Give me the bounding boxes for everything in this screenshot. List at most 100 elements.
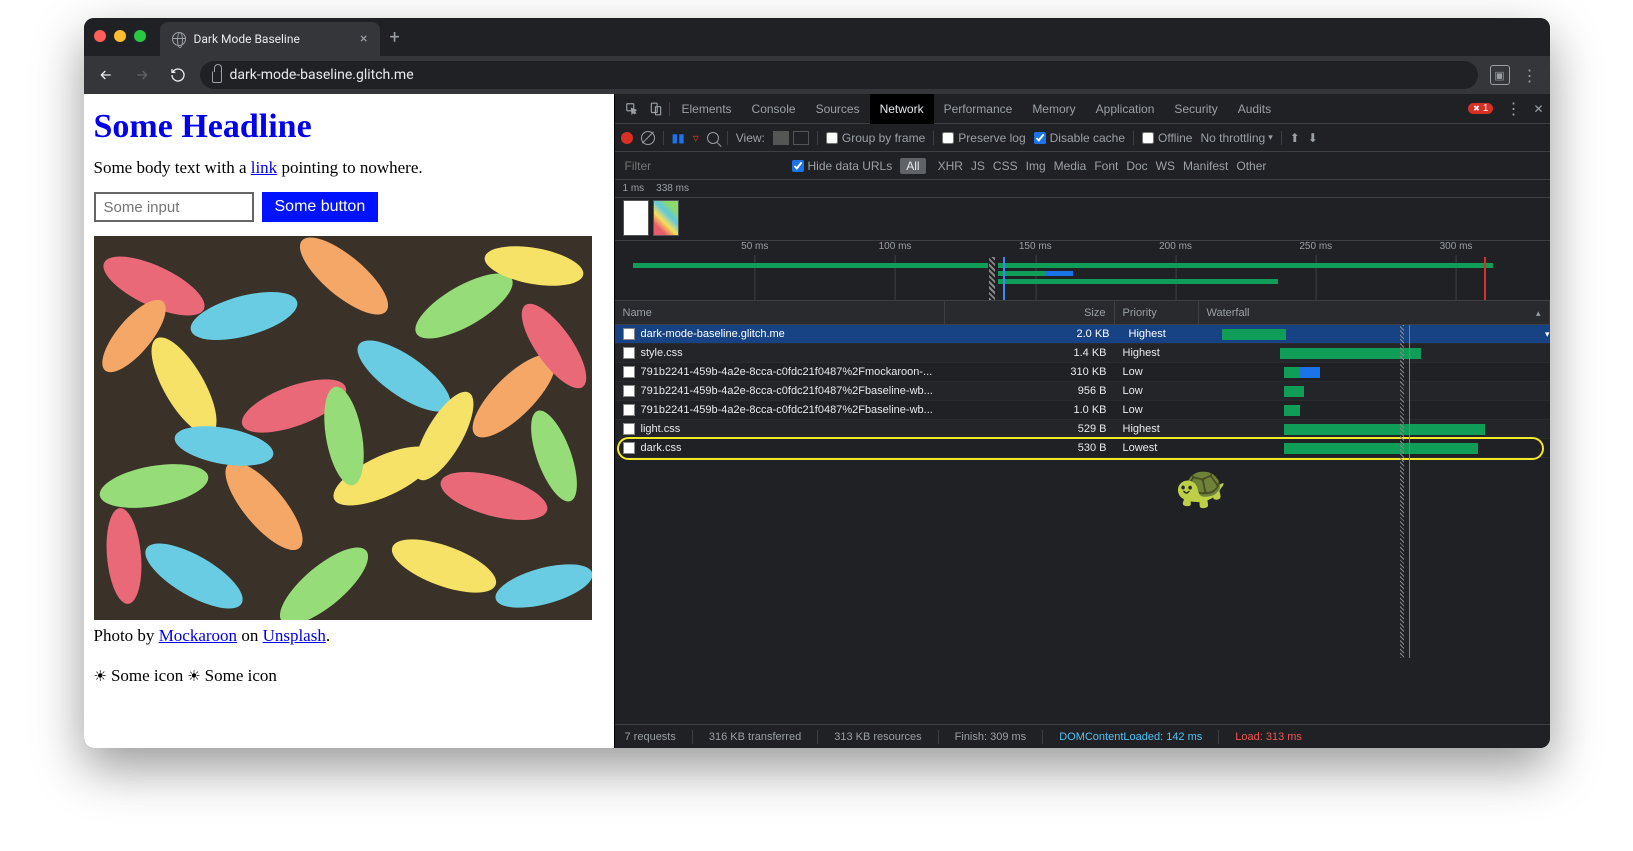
inspect-element-button[interactable] (621, 98, 643, 120)
url-field[interactable]: dark-mode-baseline.glitch.me (200, 61, 1478, 89)
screenshots-toggle[interactable]: ▮▮ (672, 131, 685, 145)
throttling-select[interactable]: No throttling (1200, 131, 1272, 145)
devtools-tab-application[interactable]: Application (1086, 94, 1165, 124)
status-resources: 313 KB resources (834, 731, 921, 743)
devtools-tab-performance[interactable]: Performance (934, 94, 1023, 124)
minimize-window-button[interactable] (114, 30, 126, 42)
col-size-header[interactable]: Size (945, 301, 1115, 325)
col-priority-header[interactable]: Priority (1115, 301, 1199, 325)
request-size: 530 B (945, 442, 1115, 454)
demo-input[interactable] (94, 192, 254, 222)
file-type-icon (623, 423, 635, 435)
table-header: Name Size Priority Waterfall (615, 301, 1550, 325)
waterfall-track (1207, 382, 1542, 401)
filter-input[interactable] (621, 157, 784, 175)
view-large-rows-button[interactable] (773, 131, 789, 145)
export-har-button[interactable]: ⬇ (1308, 131, 1318, 145)
new-tab-button[interactable]: + (390, 27, 400, 48)
demo-button[interactable]: Some button (262, 192, 379, 222)
request-size: 310 KB (945, 366, 1115, 378)
page-body-text: Some body text with a link pointing to n… (94, 158, 604, 178)
request-priority: Low (1115, 404, 1199, 416)
request-size: 529 B (945, 423, 1115, 435)
maximize-window-button[interactable] (134, 30, 146, 42)
devtools-tab-audits[interactable]: Audits (1228, 94, 1281, 124)
file-type-icon (623, 385, 635, 397)
thumbnail-1[interactable] (623, 200, 649, 236)
credit-pre: Photo by (94, 626, 159, 645)
filter-type-img[interactable]: Img (1022, 158, 1050, 174)
request-priority: Highest (1115, 347, 1199, 359)
address-bar: dark-mode-baseline.glitch.me ▣ ⋮ (84, 56, 1550, 94)
credit-site-link[interactable]: Unsplash (263, 626, 326, 645)
offline-checkbox[interactable]: Offline (1142, 131, 1192, 145)
error-count: 1 (1483, 103, 1489, 114)
waterfall-bar (1284, 386, 1304, 397)
network-overview[interactable]: 50 ms100 ms150 ms200 ms250 ms300 ms (615, 241, 1550, 301)
sun-icon-2: ☀ (187, 667, 200, 686)
body-post: pointing to nowhere. (277, 158, 422, 177)
extension-icon[interactable]: ▣ (1490, 65, 1510, 85)
filter-type-font[interactable]: Font (1090, 158, 1122, 174)
devtools-tab-console[interactable]: Console (742, 94, 806, 124)
group-by-frame-checkbox[interactable]: Group by frame (826, 131, 925, 145)
devtools-menu-button[interactable]: ⋮ (1501, 99, 1525, 119)
credit-post: . (326, 626, 330, 645)
overview-tick: 100 ms (879, 241, 912, 252)
filter-type-doc[interactable]: Doc (1122, 158, 1151, 174)
filter-type-media[interactable]: Media (1050, 158, 1091, 174)
filter-type-js[interactable]: JS (967, 158, 989, 174)
filter-toggle[interactable]: ▿ (693, 131, 699, 145)
devtools-tab-security[interactable]: Security (1164, 94, 1227, 124)
view-segmented (773, 131, 809, 145)
hide-data-urls-checkbox[interactable]: Hide data URLs (792, 159, 893, 173)
screenshot-thumbnails (615, 198, 1550, 241)
filter-type-all[interactable]: All (900, 158, 925, 174)
error-badge[interactable]: 1 (1468, 103, 1493, 114)
page-headline: Some Headline (94, 108, 604, 146)
devtools-panel: ElementsConsoleSourcesNetworkPerformance… (614, 94, 1550, 748)
close-window-button[interactable] (94, 30, 106, 42)
filter-type-ws[interactable]: WS (1152, 158, 1179, 174)
title-bar: Dark Mode Baseline × + (84, 18, 1550, 56)
thumbnail-2[interactable] (653, 200, 679, 236)
filter-type-css[interactable]: CSS (989, 158, 1022, 174)
request-name: 791b2241-459b-4a2e-8cca-c0fdc21f0487%2Fb… (641, 385, 933, 397)
reload-button[interactable] (164, 61, 192, 89)
waterfall-bar (1222, 329, 1286, 340)
preserve-log-checkbox[interactable]: Preserve log (942, 131, 1025, 145)
credit-author-link[interactable]: Mockaroon (159, 626, 237, 645)
devtools-tab-elements[interactable]: Elements (672, 94, 742, 124)
back-button[interactable] (92, 61, 120, 89)
filter-type-xhr[interactable]: XHR (934, 158, 967, 174)
devtools-tab-network[interactable]: Network (870, 94, 934, 124)
clear-button[interactable] (641, 131, 655, 145)
browser-menu-button[interactable]: ⋮ (1518, 66, 1542, 85)
col-name-header[interactable]: Name (615, 301, 945, 325)
table-body[interactable]: dark-mode-baseline.glitch.me2.0 KBHighes… (615, 325, 1550, 724)
browser-tab[interactable]: Dark Mode Baseline × (160, 22, 380, 56)
devtools-tabs: ElementsConsoleSourcesNetworkPerformance… (615, 94, 1550, 124)
body-link[interactable]: link (251, 158, 277, 177)
import-har-button[interactable]: ⬆ (1290, 131, 1300, 145)
view-waterfall-button[interactable] (793, 131, 809, 145)
devtools-tab-sources[interactable]: Sources (806, 94, 870, 124)
waterfall-bar (1284, 443, 1478, 454)
icons-row: ☀ Some icon ☀ Some icon (94, 666, 604, 686)
search-button[interactable] (707, 132, 719, 144)
devtools-close-button[interactable]: ✕ (1533, 102, 1543, 116)
close-tab-button[interactable]: × (360, 31, 367, 47)
icon-label-2: Some icon (205, 666, 277, 686)
forward-button[interactable] (128, 61, 156, 89)
disable-cache-checkbox[interactable]: Disable cache (1034, 131, 1125, 145)
request-size: 1.0 KB (945, 404, 1115, 416)
waterfall-track (1207, 439, 1542, 458)
waterfall-bar (1284, 424, 1485, 435)
record-button[interactable] (621, 132, 633, 144)
filter-type-other[interactable]: Other (1232, 158, 1270, 174)
device-toggle-button[interactable] (645, 98, 667, 120)
filter-type-manifest[interactable]: Manifest (1179, 158, 1232, 174)
col-waterfall-header[interactable]: Waterfall (1199, 301, 1550, 325)
devtools-tab-memory[interactable]: Memory (1022, 94, 1085, 124)
browser-window: Dark Mode Baseline × + dark-mode-baselin… (84, 18, 1550, 748)
